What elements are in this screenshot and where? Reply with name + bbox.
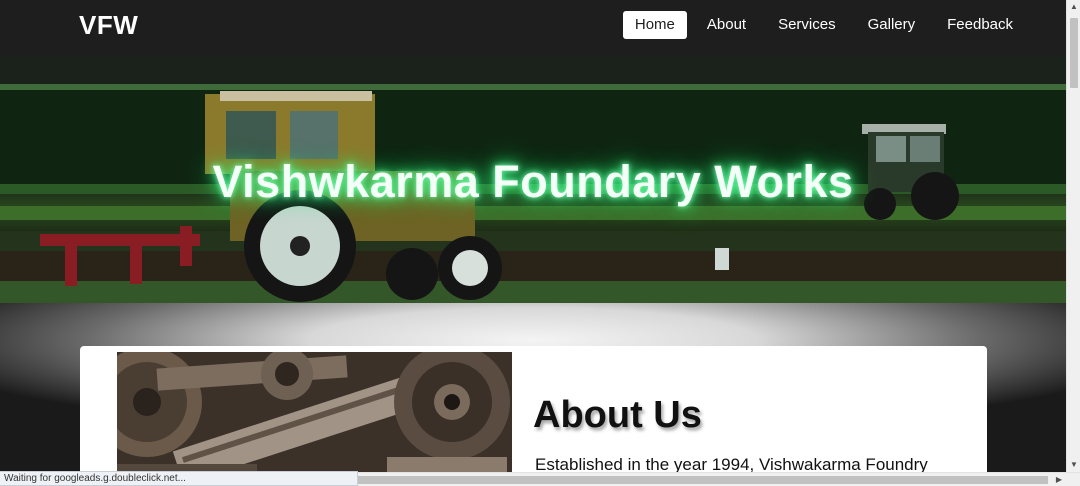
about-title: About Us bbox=[533, 394, 702, 436]
browser-status-bar: Waiting for googleads.g.doubleclick.net.… bbox=[0, 471, 358, 486]
brand-logo[interactable]: VFW bbox=[79, 10, 138, 40]
about-text: Established in the year 1994, Vishwakarm… bbox=[535, 455, 928, 472]
scroll-down-arrow-icon[interactable]: ▼ bbox=[1067, 458, 1080, 472]
nav-link-home[interactable]: Home bbox=[622, 11, 687, 39]
navbar: VFW Home About Services Gallery Feedback bbox=[0, 0, 1066, 56]
about-card: About Us Established in the year 1994, V… bbox=[80, 346, 987, 472]
nav-link-feedback[interactable]: Feedback bbox=[935, 11, 1025, 39]
hero-title: Vishwkarma Foundary Works bbox=[212, 156, 854, 207]
page-viewport: VFW Home About Services Gallery Feedback bbox=[0, 0, 1066, 472]
vertical-scrollbar[interactable]: ▲ ▼ bbox=[1066, 0, 1080, 472]
scroll-right-arrow-icon[interactable]: ▶ bbox=[1052, 473, 1066, 486]
nav-menu: Home About Services Gallery Feedback bbox=[615, 11, 1025, 39]
scroll-up-arrow-icon[interactable]: ▲ bbox=[1067, 0, 1080, 14]
horizontal-scroll-thumb[interactable] bbox=[358, 476, 1048, 484]
vertical-scroll-thumb[interactable] bbox=[1070, 18, 1078, 88]
hero-banner: Vishwkarma Foundary Works bbox=[0, 56, 1066, 303]
nav-link-about[interactable]: About bbox=[695, 11, 758, 39]
gears-image bbox=[117, 352, 512, 472]
nav-link-services[interactable]: Services bbox=[766, 11, 848, 39]
nav-link-gallery[interactable]: Gallery bbox=[856, 11, 928, 39]
